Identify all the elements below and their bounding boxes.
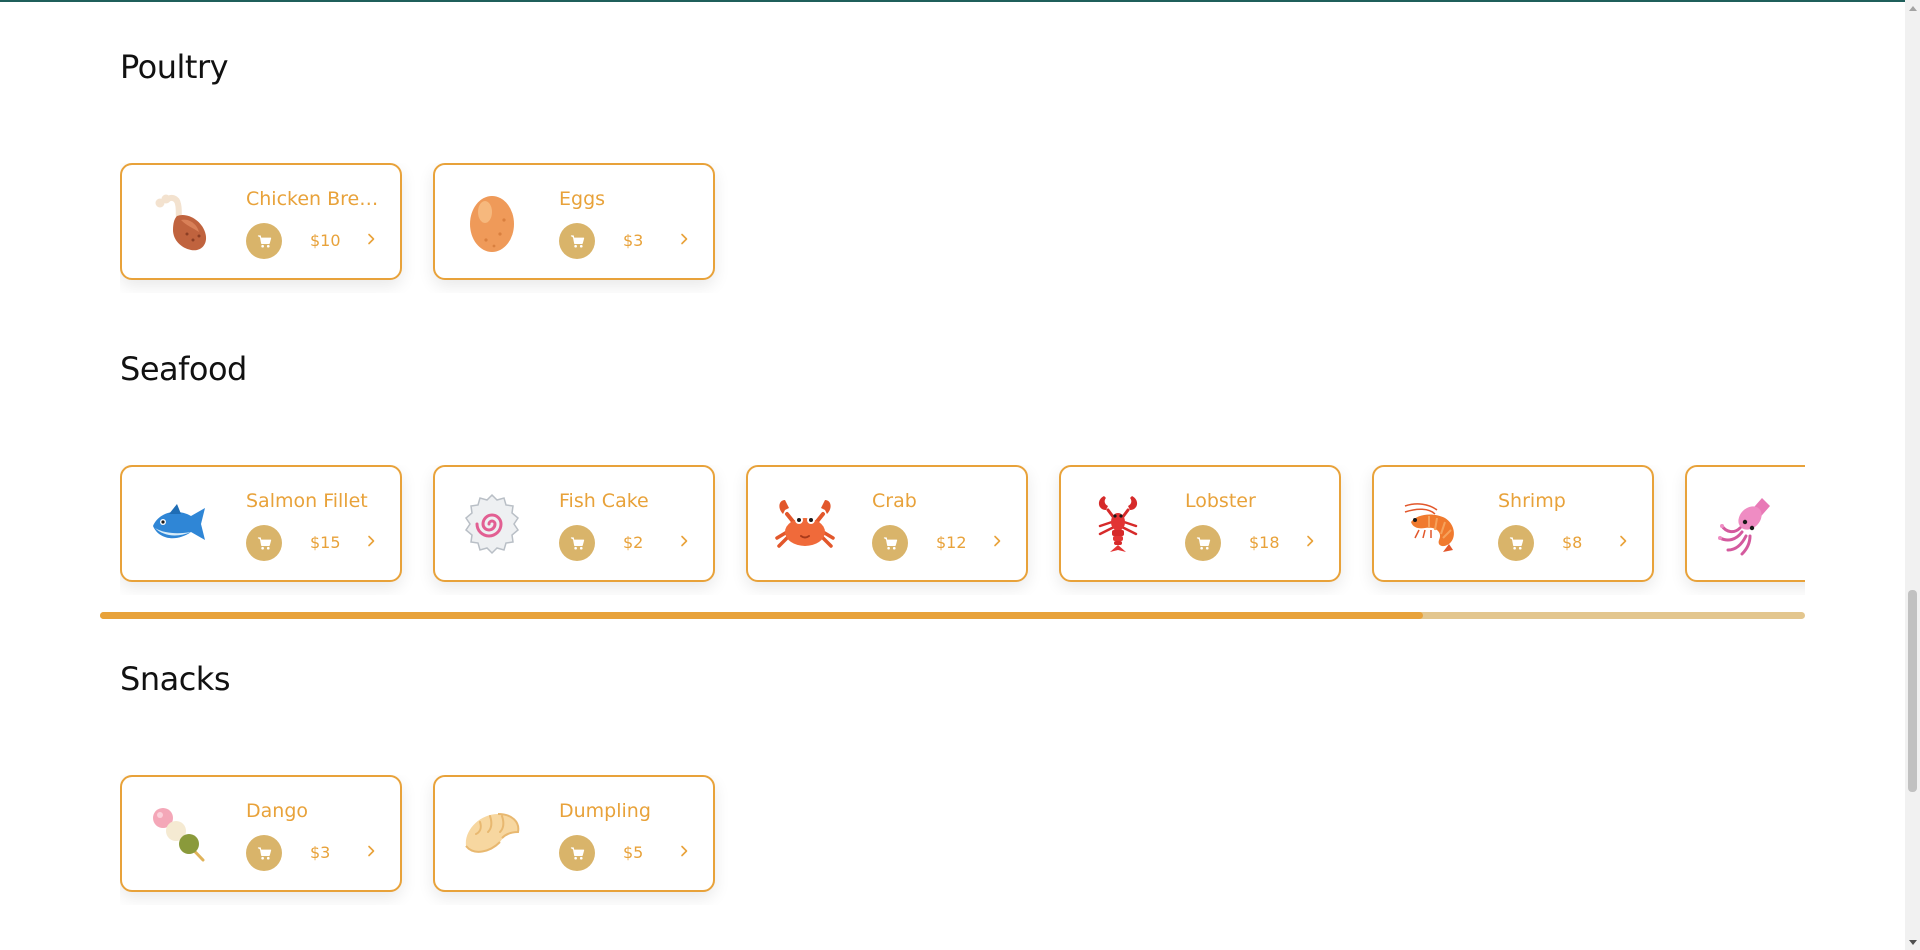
product-card-squid[interactable] [1685,465,1805,582]
section-title-seafood: Seafood [120,350,247,388]
product-price: $10 [310,231,341,250]
section-title-poultry: Poultry [120,48,229,86]
product-name: Salmon Fillet [246,490,368,512]
add-to-cart-button[interactable] [246,525,282,561]
chevron-right-icon[interactable] [364,231,378,247]
cart-icon [570,234,584,247]
product-name: Shrimp [1498,490,1566,512]
add-to-cart-button[interactable] [559,835,595,871]
scrollbar-thumb[interactable] [1908,590,1917,792]
add-to-cart-button[interactable] [872,525,908,561]
product-price: $5 [623,843,644,862]
crab-icon [770,489,840,559]
scrollbar-thumb[interactable] [100,612,1423,619]
cart-icon [257,234,271,247]
add-to-cart-button[interactable] [1185,525,1221,561]
cart-icon [257,846,271,859]
product-price: $3 [623,231,644,250]
dango-icon [144,799,214,869]
poultry-row: Chicken Breast $10 Eggs $3 [120,163,1805,293]
fish-icon [144,489,214,559]
add-to-cart-button[interactable] [1498,525,1534,561]
product-card-dumpling[interactable]: Dumpling $5 [433,775,715,892]
dumpling-icon [457,799,527,869]
chevron-right-icon[interactable] [990,533,1004,549]
product-card-fish-cake[interactable]: Fish Cake $2 [433,465,715,582]
add-to-cart-button[interactable] [246,223,282,259]
chevron-right-icon[interactable] [364,533,378,549]
egg-icon [457,187,527,257]
fish-cake-icon [457,489,527,559]
product-price: $3 [310,843,331,862]
seafood-horizontal-scrollbar[interactable] [100,612,1805,619]
chevron-right-icon[interactable] [677,533,691,549]
product-name: Fish Cake [559,490,649,512]
chevron-right-icon[interactable] [677,843,691,859]
product-price: $12 [936,533,967,552]
product-name: Dumpling [559,800,651,822]
product-catalog: Poultry Chicken Breast $10 Eggs $3 Seafo… [0,0,1905,950]
cart-icon [257,536,271,549]
product-name: Crab [872,490,917,512]
scroll-up-arrow-icon[interactable] [1905,0,1920,15]
add-to-cart-button[interactable] [559,223,595,259]
product-price: $18 [1249,533,1280,552]
product-card-crab[interactable]: Crab $12 [746,465,1028,582]
squid-icon [1709,489,1779,559]
snacks-row: Dango $3 Dumpling $5 [120,775,1805,905]
product-name: Dango [246,800,309,822]
cart-icon [570,846,584,859]
product-price: $15 [310,533,341,552]
lobster-icon [1083,489,1153,559]
product-card-lobster[interactable]: Lobster $18 [1059,465,1341,582]
product-name: Lobster [1185,490,1256,512]
chevron-right-icon[interactable] [364,843,378,859]
product-card-salmon-fillet[interactable]: Salmon Fillet $15 [120,465,402,582]
poultry-leg-icon [144,187,214,257]
cart-icon [570,536,584,549]
product-name: Eggs [559,188,606,210]
chevron-right-icon[interactable] [1616,533,1630,549]
shrimp-icon [1396,489,1466,559]
product-card-chicken-breast[interactable]: Chicken Breast $10 [120,163,402,280]
scroll-down-arrow-icon[interactable] [1905,935,1920,950]
product-card-eggs[interactable]: Eggs $3 [433,163,715,280]
product-name: Chicken Breast [246,188,386,210]
product-card-shrimp[interactable]: Shrimp $8 [1372,465,1654,582]
cart-icon [1509,536,1523,549]
page-vertical-scrollbar[interactable] [1905,0,1920,950]
add-to-cart-button[interactable] [246,835,282,871]
add-to-cart-button[interactable] [559,525,595,561]
product-price: $2 [623,533,644,552]
chevron-right-icon[interactable] [677,231,691,247]
product-card-dango[interactable]: Dango $3 [120,775,402,892]
cart-icon [1196,536,1210,549]
chevron-right-icon[interactable] [1303,533,1317,549]
section-title-snacks: Snacks [120,660,231,698]
cart-icon [883,536,897,549]
product-price: $8 [1562,533,1583,552]
seafood-row[interactable]: Salmon Fillet $15 Fish Cake $2 Crab $12 … [120,465,1805,595]
